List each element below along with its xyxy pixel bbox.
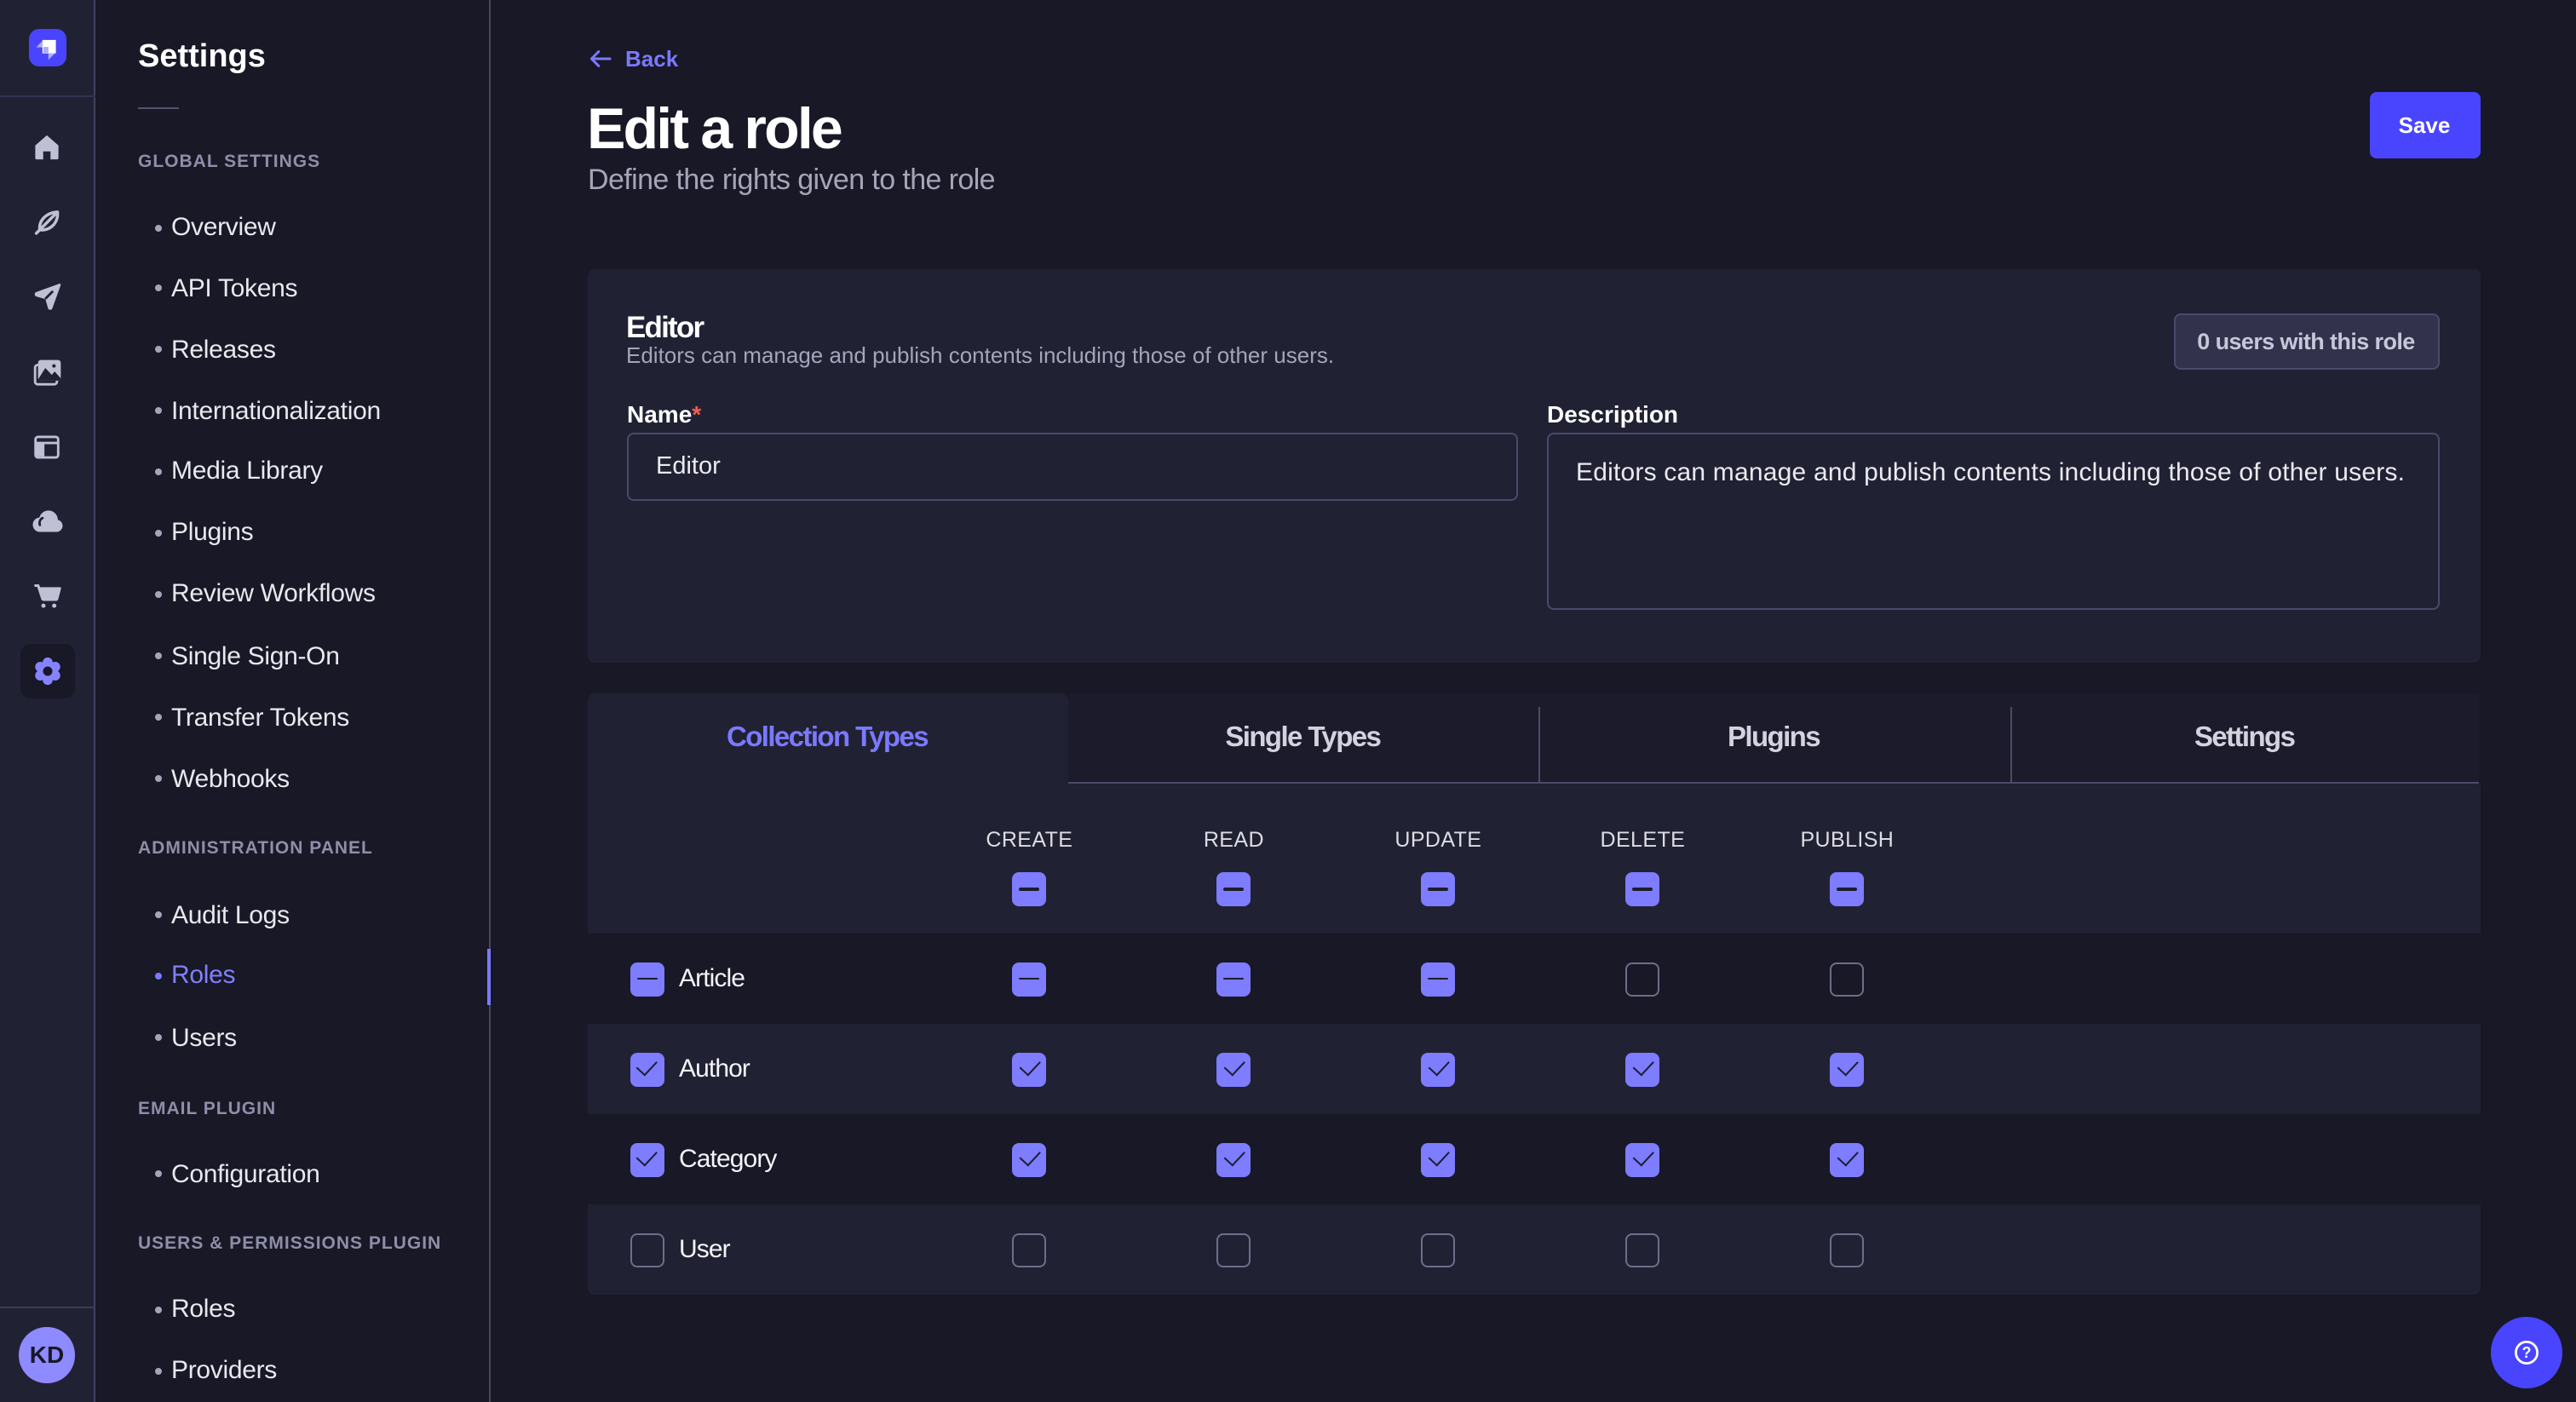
svg-text:?: ? (2521, 1344, 2531, 1361)
